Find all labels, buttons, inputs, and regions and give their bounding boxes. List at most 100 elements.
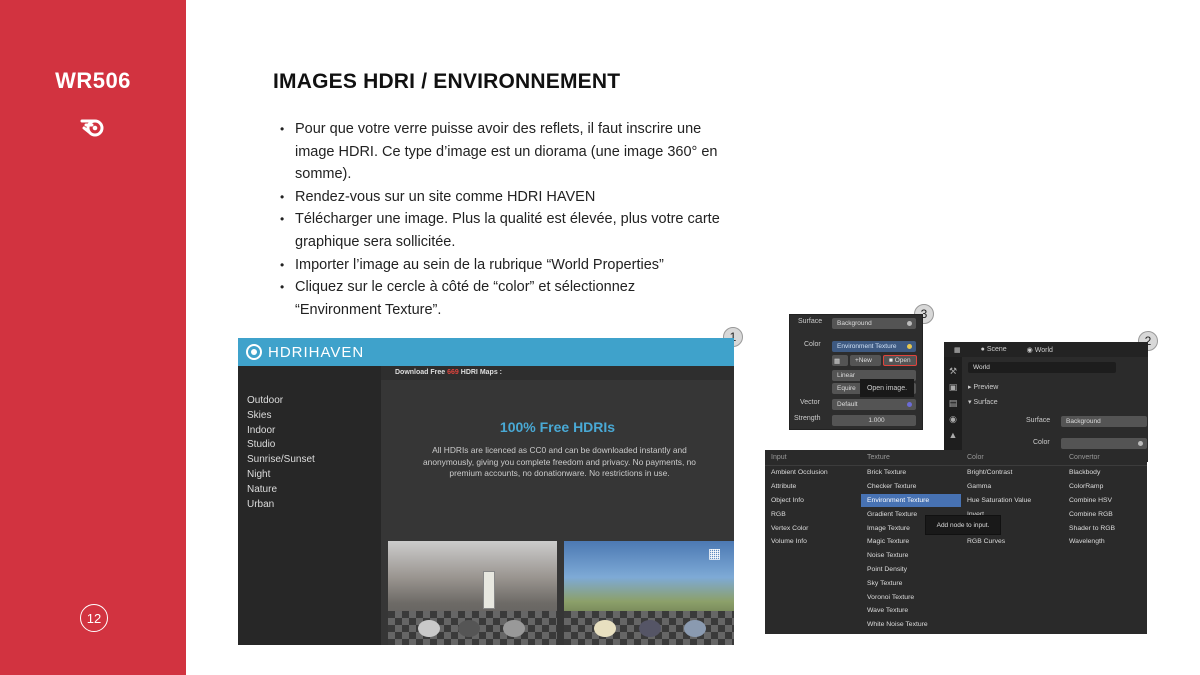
surface-label: Surface bbox=[798, 318, 823, 325]
menu-column-texture: Texture Brick Texture Checker Texture En… bbox=[861, 450, 961, 632]
preview-ball bbox=[503, 620, 525, 637]
menu-item[interactable]: Wavelength bbox=[1063, 535, 1147, 549]
menu-item[interactable]: Magic Texture bbox=[861, 535, 961, 549]
world-name: World bbox=[973, 364, 990, 371]
image-browse-icon[interactable]: ▦ bbox=[832, 355, 848, 366]
open-image-button[interactable]: ■ Open bbox=[883, 355, 917, 366]
preview-ball bbox=[639, 620, 661, 637]
strength-value: 1.000 bbox=[868, 417, 885, 424]
image-icon: ▦ bbox=[708, 545, 722, 561]
properties-header: ▦ ● Scene ◉ World bbox=[944, 342, 1148, 357]
color-value: Environment Texture bbox=[837, 343, 897, 350]
hdrihaven-main: Download Free 669 HDRI Maps : 100% Free … bbox=[381, 366, 734, 645]
menu-item[interactable]: RGB Curves bbox=[961, 535, 1063, 549]
menu-item[interactable]: Wave Texture bbox=[861, 604, 961, 618]
menu-item[interactable]: Attribute bbox=[765, 480, 861, 494]
surface-label: Surface bbox=[1026, 417, 1051, 424]
preview-section[interactable]: ▸ Preview bbox=[968, 383, 998, 391]
surface-dropdown[interactable]: Background bbox=[832, 318, 916, 329]
surface-value: Background bbox=[837, 320, 872, 327]
slide-title: IMAGES HDRI / ENVIRONNEMENT bbox=[273, 70, 621, 93]
category-studio[interactable]: Studio bbox=[238, 438, 381, 453]
node-add-menu: Input Ambient Occlusion Attribute Object… bbox=[765, 450, 1147, 634]
tooltip-text: Open image. bbox=[866, 384, 908, 392]
world-properties-panel: ▦ ● Scene ◉ World ⚒ ▣ ▤ ◉ ▲ World ▸ Preview … bbox=[944, 342, 1148, 462]
menu-column-convertor: Convertor Blackbody ColorRamp Combine HS… bbox=[1063, 450, 1147, 549]
socket-icon bbox=[907, 321, 912, 326]
editor-type-icon[interactable]: ▦ bbox=[954, 346, 961, 354]
world-tab-label: World bbox=[1034, 346, 1053, 354]
properties-tab-bar: ⚒ ▣ ▤ ◉ ▲ bbox=[944, 357, 962, 462]
open-label: Open bbox=[894, 357, 911, 364]
menu-column-input: Input Ambient Occlusion Attribute Object… bbox=[765, 450, 861, 549]
folder-icon: ■ bbox=[889, 357, 893, 364]
menu-item[interactable]: Sky Texture bbox=[861, 576, 961, 590]
add-node-tooltip: Add node to input. bbox=[925, 515, 1001, 535]
category-indoor[interactable]: Indoor bbox=[238, 424, 381, 439]
surface-section[interactable]: ▾ Surface bbox=[968, 398, 998, 406]
hdri-thumbnail-indoor[interactable] bbox=[388, 541, 557, 645]
socket-icon[interactable] bbox=[1138, 441, 1143, 446]
hdrihaven-description: All HDRIs are licenced as CC0 and can be… bbox=[423, 445, 696, 478]
hdri-thumbnail-outdoor[interactable]: ▦ bbox=[564, 541, 734, 645]
scene-tab[interactable]: ● Scene bbox=[981, 346, 1007, 353]
new-label: New bbox=[858, 357, 872, 364]
bullet-item: Télécharger une image. Plus la qualité e… bbox=[280, 208, 720, 253]
preview-ball bbox=[418, 620, 440, 637]
menu-item[interactable]: Shader to RGB bbox=[1063, 521, 1147, 535]
vector-dropdown[interactable]: Default bbox=[832, 399, 916, 410]
menu-head-color: Color bbox=[961, 450, 1063, 466]
menu-item[interactable]: RGB bbox=[765, 507, 861, 521]
bullet-item: Rendez-vous sur un site comme HDRI HAVEN bbox=[280, 186, 720, 209]
category-outdoor[interactable]: Outdoor bbox=[238, 394, 381, 409]
blender-icon bbox=[80, 119, 104, 137]
menu-item-selected[interactable]: Environment Texture bbox=[861, 493, 961, 508]
menu-head-texture: Texture bbox=[861, 450, 961, 466]
color-dropdown[interactable]: Environment Texture bbox=[832, 341, 916, 352]
preview-ball bbox=[594, 620, 616, 637]
strength-label: Strength bbox=[794, 415, 821, 422]
menu-head-convertor: Convertor bbox=[1063, 450, 1147, 466]
menu-item[interactable]: Blackbody bbox=[1063, 466, 1147, 480]
category-urban[interactable]: Urban bbox=[238, 498, 381, 513]
menu-item[interactable]: Gamma bbox=[961, 480, 1063, 494]
environment-texture-panel: Surface Background Color Environment Tex… bbox=[789, 314, 923, 430]
category-skies[interactable]: Skies bbox=[238, 409, 381, 424]
strength-field[interactable]: 1.000 bbox=[832, 415, 916, 426]
open-image-tooltip: Open image. bbox=[860, 379, 914, 397]
color-label: Color bbox=[1033, 439, 1050, 446]
menu-item[interactable]: Noise Texture bbox=[861, 549, 961, 563]
menu-item[interactable]: Volume Info bbox=[765, 535, 861, 549]
world-name-field[interactable]: World bbox=[968, 362, 1116, 373]
menu-item[interactable]: Combine RGB bbox=[1063, 507, 1147, 521]
menu-item[interactable]: Brick Texture bbox=[861, 466, 961, 480]
menu-item[interactable]: Object Info bbox=[765, 494, 861, 508]
hdrihaven-heading: 100% Free HDRIs bbox=[499, 419, 616, 435]
menu-item[interactable]: Combine HSV bbox=[1063, 494, 1147, 508]
surface-dropdown[interactable]: Background bbox=[1061, 416, 1147, 427]
preview-ball bbox=[458, 620, 480, 637]
category-sunrise-sunset[interactable]: Sunrise/Sunset bbox=[238, 453, 381, 468]
menu-head-input: Input bbox=[765, 450, 861, 466]
menu-item[interactable]: ColorRamp bbox=[1063, 480, 1147, 494]
category-nature[interactable]: Nature bbox=[238, 483, 381, 498]
property-tab-icons[interactable]: ⚒ ▣ ▤ ◉ ▲ bbox=[944, 363, 962, 443]
new-image-button[interactable]: + New bbox=[850, 355, 881, 366]
menu-item[interactable]: Vertex Color bbox=[765, 521, 861, 535]
menu-item[interactable]: Hue Saturation Value bbox=[961, 494, 1063, 508]
door-shape bbox=[483, 571, 495, 609]
menu-item[interactable]: Checker Texture bbox=[861, 480, 961, 494]
hdrihaven-logo-text[interactable]: HDRIHAVEN bbox=[268, 344, 364, 361]
menu-item[interactable]: Bright/Contrast bbox=[961, 466, 1063, 480]
color-swatch[interactable] bbox=[1061, 438, 1147, 449]
menu-item[interactable]: Ambient Occlusion bbox=[765, 466, 861, 480]
color-label: Color bbox=[804, 341, 821, 348]
category-night[interactable]: Night bbox=[238, 468, 381, 483]
hdrihaven-header: HDRIHAVEN bbox=[238, 338, 734, 366]
world-tab[interactable]: ◉ World bbox=[1027, 346, 1053, 354]
menu-item[interactable]: Voronoi Texture bbox=[861, 590, 961, 604]
strip-prefix: Download Free bbox=[395, 369, 448, 376]
menu-item[interactable]: Point Density bbox=[861, 563, 961, 577]
menu-item[interactable]: White Noise Texture bbox=[861, 618, 961, 632]
category-list: Outdoor Skies Indoor Studio Sunrise/Suns… bbox=[238, 366, 381, 645]
